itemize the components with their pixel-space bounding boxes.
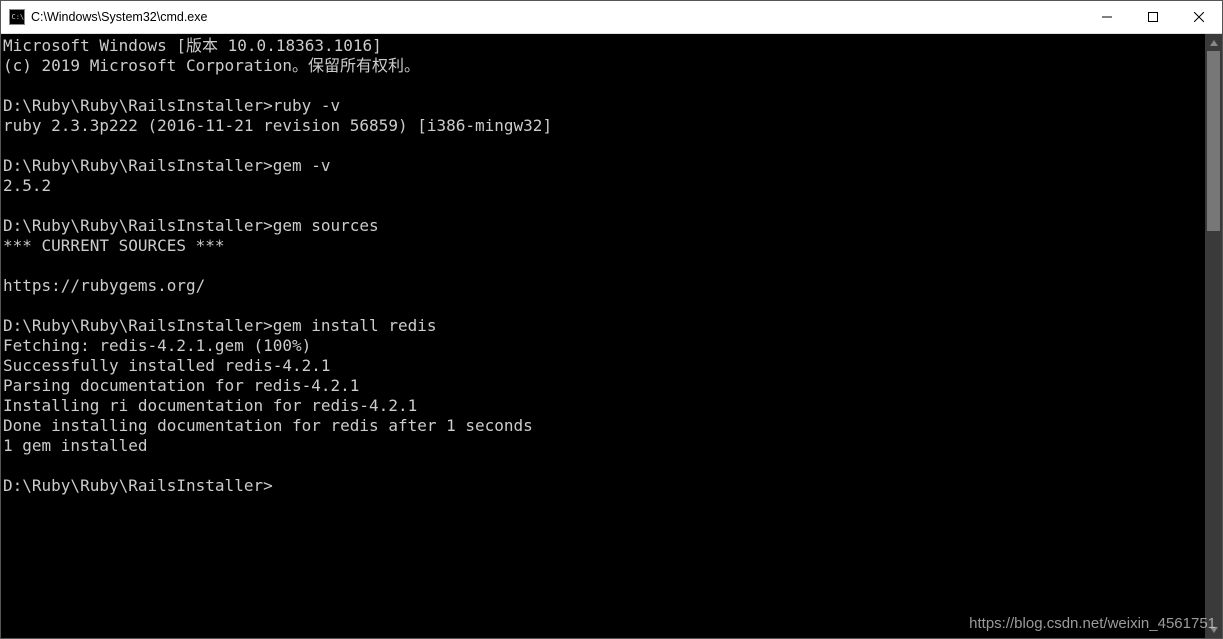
maximize-button[interactable] — [1130, 1, 1176, 33]
scroll-down-button[interactable] — [1205, 621, 1222, 638]
vertical-scrollbar[interactable] — [1205, 34, 1222, 638]
window-controls — [1084, 1, 1222, 33]
titlebar[interactable]: C:\ C:\Windows\System32\cmd.exe — [1, 1, 1222, 34]
minimize-button[interactable] — [1084, 1, 1130, 33]
scroll-up-button[interactable] — [1205, 34, 1222, 51]
terminal-output[interactable]: Microsoft Windows [版本 10.0.18363.1016] (… — [1, 34, 1205, 638]
close-button[interactable] — [1176, 1, 1222, 33]
window-title: C:\Windows\System32\cmd.exe — [31, 10, 207, 24]
scroll-thumb[interactable] — [1207, 51, 1220, 231]
svg-text:C:\: C:\ — [12, 13, 25, 21]
cmd-icon: C:\ — [9, 9, 25, 25]
cmd-window: C:\ C:\Windows\System32\cmd.exe Microsof… — [0, 0, 1223, 639]
console-area: Microsoft Windows [版本 10.0.18363.1016] (… — [1, 34, 1222, 638]
